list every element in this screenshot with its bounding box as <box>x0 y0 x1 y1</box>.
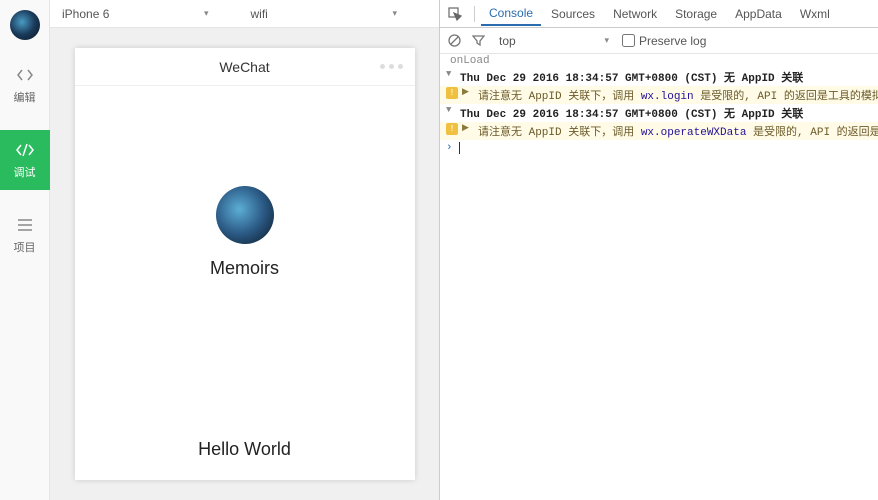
chevron-down-icon: ▾ <box>204 8 209 19</box>
inspect-icon[interactable] <box>446 5 464 23</box>
username-text: Memoirs <box>210 258 279 279</box>
sidebar-item-label: 编辑 <box>14 89 36 105</box>
context-label: top <box>499 34 516 48</box>
sidebar: 编辑 调试 项目 <box>0 0 50 500</box>
device-label: iPhone 6 <box>62 7 109 21</box>
tab-storage[interactable]: Storage <box>667 3 725 25</box>
network-dropdown[interactable]: wifi ▾ <box>245 5 404 23</box>
expand-icon[interactable]: ▶ <box>462 87 469 97</box>
phone-body: Memoirs Hello World <box>75 86 415 480</box>
tab-wxml[interactable]: Wxml <box>792 3 838 25</box>
devtools-panel: Console Sources Network Storage AppData … <box>439 0 878 500</box>
chevron-down-icon: ▾ <box>392 8 397 19</box>
devtools-tabbar: Console Sources Network Storage AppData … <box>440 0 878 28</box>
debug-icon <box>15 140 35 160</box>
tab-console[interactable]: Console <box>481 2 541 26</box>
dot-icon <box>389 64 394 69</box>
avatar-small[interactable] <box>10 10 40 40</box>
dot-icon <box>380 64 385 69</box>
filter-icon[interactable] <box>470 33 486 49</box>
text-cursor <box>459 142 460 154</box>
device-dropdown[interactable]: iPhone 6 ▾ <box>56 5 215 23</box>
tab-sources[interactable]: Sources <box>543 3 603 25</box>
code-icon <box>16 65 34 85</box>
preview-toolbar: iPhone 6 ▾ wifi ▾ <box>50 0 439 28</box>
network-label: wifi <box>251 7 268 21</box>
prompt-caret-icon: › <box>446 142 453 154</box>
menu-icon <box>17 215 33 235</box>
tab-appdata[interactable]: AppData <box>727 3 790 25</box>
console-log-line: Thu Dec 29 2016 18:34:57 GMT+0800 (CST) … <box>440 68 878 86</box>
preserve-log-checkbox[interactable]: Preserve log <box>622 34 706 48</box>
console-log-onload: onLoad <box>440 54 878 68</box>
preserve-label: Preserve log <box>639 34 706 48</box>
sidebar-item-edit[interactable]: 编辑 <box>0 55 50 115</box>
sidebar-item-label: 项目 <box>14 239 36 255</box>
avatar-large[interactable] <box>216 186 274 244</box>
warning-icon: ! <box>446 123 458 135</box>
dot-icon <box>398 64 403 69</box>
preserve-checkbox[interactable] <box>622 34 635 47</box>
console-log-line: Thu Dec 29 2016 18:34:57 GMT+0800 (CST) … <box>440 104 878 122</box>
app-title: WeChat <box>219 59 269 75</box>
clear-console-icon[interactable] <box>446 33 462 49</box>
separator <box>474 6 475 22</box>
console-filterbar: top ▾ Preserve log <box>440 28 878 54</box>
preview-area: WeChat Memoirs Hello World <box>50 28 439 500</box>
chevron-down-icon: ▾ <box>604 35 609 46</box>
console-output[interactable]: onLoad Thu Dec 29 2016 18:34:57 GMT+0800… <box>440 54 878 500</box>
console-prompt[interactable]: › <box>440 140 878 156</box>
phone-header: WeChat <box>75 48 415 86</box>
phone-menu-dots[interactable] <box>380 64 403 69</box>
warning-icon: ! <box>446 87 458 99</box>
context-dropdown[interactable]: top ▾ <box>494 32 614 50</box>
sidebar-item-label: 调试 <box>14 164 36 180</box>
sidebar-item-project[interactable]: 项目 <box>0 205 50 265</box>
tab-network[interactable]: Network <box>605 3 665 25</box>
expand-icon[interactable]: ▶ <box>462 123 469 133</box>
console-warn-line: !▶请注意无 AppID 关联下，调用 wx.login 是受限的, API 的… <box>440 86 878 104</box>
console-warn-line: !▶请注意无 AppID 关联下，调用 wx.operateWXData 是受限… <box>440 122 878 140</box>
phone-frame: WeChat Memoirs Hello World <box>75 48 415 480</box>
hello-text: Hello World <box>198 439 291 460</box>
sidebar-item-debug[interactable]: 调试 <box>0 130 50 190</box>
